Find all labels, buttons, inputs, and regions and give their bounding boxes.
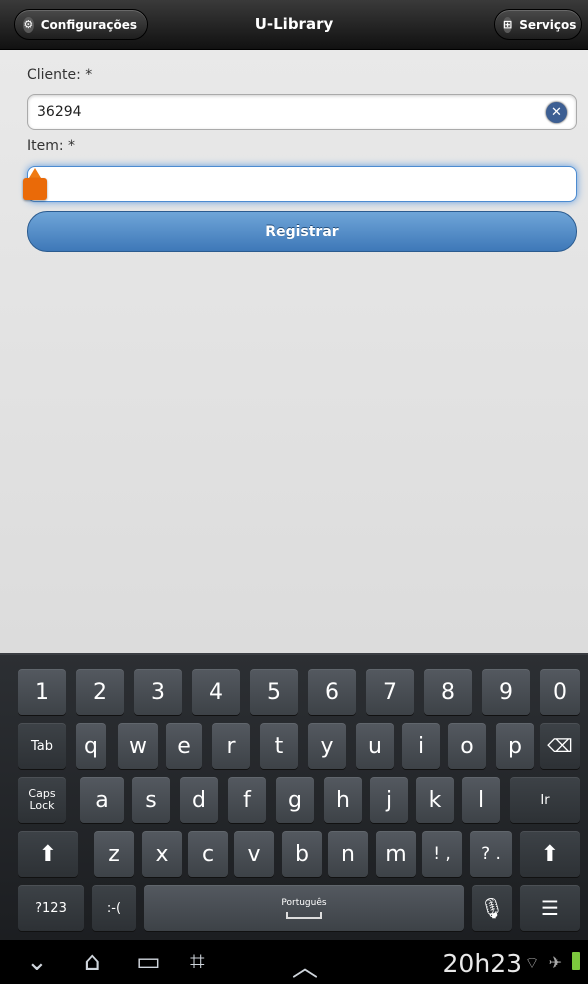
form-content: Cliente: * 36294 ✕ Item: * Registrar bbox=[0, 50, 588, 653]
cliente-input[interactable]: 36294 ✕ bbox=[27, 94, 577, 130]
servicos-label: Serviços bbox=[519, 17, 577, 32]
settings-list-icon[interactable]: ☰ bbox=[520, 885, 580, 931]
clear-icon[interactable]: ✕ bbox=[546, 102, 567, 123]
soft-keyboard: 1 2 3 4 5 6 7 8 9 0 Tab q w e r t y u i … bbox=[0, 653, 588, 940]
app-header: ⚙ Configurações U-Library ⊞ Serviços bbox=[0, 0, 588, 50]
key-symbols[interactable]: ?123 bbox=[18, 885, 84, 931]
space-language-label: Português bbox=[281, 897, 327, 908]
status-clock: 20h23 bbox=[442, 949, 522, 978]
battery-icon bbox=[572, 952, 580, 970]
key-question-period[interactable]: ? . bbox=[470, 831, 512, 877]
key-go[interactable]: Ir bbox=[510, 777, 580, 823]
key-r[interactable]: r bbox=[212, 723, 250, 769]
cliente-label: Cliente: * bbox=[27, 67, 93, 83]
key-k[interactable]: k bbox=[416, 777, 454, 823]
microphone-icon[interactable]: 🎙 bbox=[472, 885, 512, 931]
backspace-icon[interactable]: ⌫ bbox=[540, 723, 580, 769]
key-d[interactable]: d bbox=[180, 777, 218, 823]
key-m[interactable]: m bbox=[376, 831, 416, 877]
item-label: Item: * bbox=[27, 138, 76, 154]
key-n[interactable]: n bbox=[328, 831, 368, 877]
item-input[interactable] bbox=[27, 166, 577, 202]
key-emoticon[interactable]: :-( bbox=[92, 885, 136, 931]
key-q[interactable]: q bbox=[76, 723, 106, 769]
key-exclamation-comma[interactable]: ! , bbox=[422, 831, 462, 877]
expand-up-icon[interactable]: ︿ bbox=[292, 947, 318, 984]
key-9[interactable]: 9 bbox=[482, 669, 530, 715]
home-icon[interactable]: ⌂ bbox=[84, 947, 101, 977]
key-x[interactable]: x bbox=[142, 831, 182, 877]
key-g[interactable]: g bbox=[276, 777, 314, 823]
key-w[interactable]: w bbox=[118, 723, 158, 769]
key-8[interactable]: 8 bbox=[424, 669, 472, 715]
wifi-airplane-icons: ⌔ ✈ bbox=[524, 953, 564, 972]
key-c[interactable]: c bbox=[188, 831, 228, 877]
shift-right-icon[interactable]: ⬆ bbox=[520, 831, 580, 877]
key-h[interactable]: h bbox=[324, 777, 362, 823]
servicos-button[interactable]: ⊞ Serviços bbox=[494, 9, 582, 40]
key-s[interactable]: s bbox=[132, 777, 170, 823]
key-2[interactable]: 2 bbox=[76, 669, 124, 715]
key-space[interactable]: Português bbox=[144, 885, 464, 931]
key-b[interactable]: b bbox=[282, 831, 322, 877]
key-caps-lock[interactable]: Caps Lock bbox=[18, 777, 66, 823]
recent-apps-icon[interactable]: ▭ bbox=[136, 947, 161, 977]
key-l[interactable]: l bbox=[462, 777, 500, 823]
key-z[interactable]: z bbox=[94, 831, 134, 877]
key-1[interactable]: 1 bbox=[18, 669, 66, 715]
key-f[interactable]: f bbox=[228, 777, 266, 823]
grid-icon: ⊞ bbox=[503, 16, 513, 33]
key-j[interactable]: j bbox=[370, 777, 408, 823]
key-e[interactable]: e bbox=[166, 723, 202, 769]
text-cursor-handle-icon[interactable] bbox=[23, 168, 47, 202]
key-6[interactable]: 6 bbox=[308, 669, 356, 715]
key-a[interactable]: a bbox=[80, 777, 124, 823]
key-t[interactable]: t bbox=[260, 723, 298, 769]
shift-left-icon[interactable]: ⬆ bbox=[18, 831, 78, 877]
key-7[interactable]: 7 bbox=[366, 669, 414, 715]
key-v[interactable]: v bbox=[234, 831, 274, 877]
key-0[interactable]: 0 bbox=[540, 669, 580, 715]
key-5[interactable]: 5 bbox=[250, 669, 298, 715]
key-o[interactable]: o bbox=[448, 723, 486, 769]
cliente-value: 36294 bbox=[37, 104, 82, 120]
screenshot-icon[interactable]: ⌗ bbox=[190, 947, 205, 978]
system-navigation-bar: ⌄ ⌂ ▭ ⌗ ︿ 20h23 ⌔ ✈ bbox=[0, 940, 588, 984]
back-icon[interactable]: ⌄ bbox=[26, 947, 48, 977]
key-y[interactable]: y bbox=[308, 723, 346, 769]
key-3[interactable]: 3 bbox=[134, 669, 182, 715]
key-p[interactable]: p bbox=[496, 723, 534, 769]
key-tab[interactable]: Tab bbox=[18, 723, 66, 769]
key-4[interactable]: 4 bbox=[192, 669, 240, 715]
key-i[interactable]: i bbox=[402, 723, 440, 769]
registrar-button[interactable]: Registrar bbox=[27, 211, 577, 252]
key-u[interactable]: u bbox=[356, 723, 394, 769]
